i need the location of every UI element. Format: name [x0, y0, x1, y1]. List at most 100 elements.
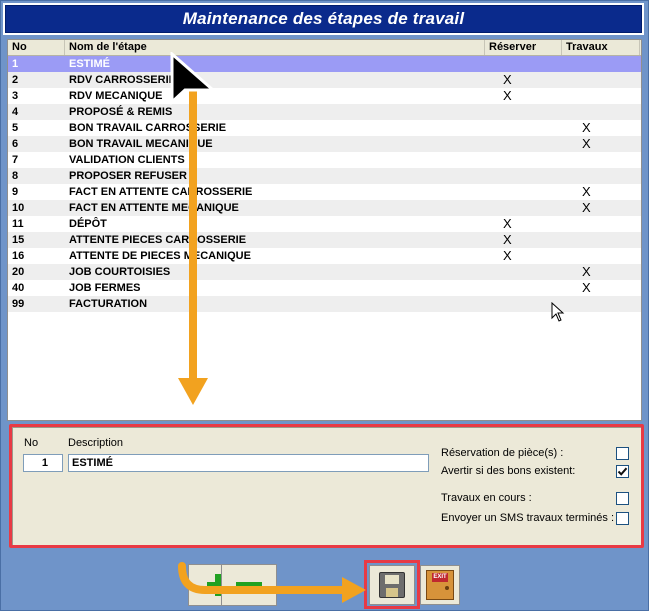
- row-name: ATTENTE DE PIECES MECANIQUE: [69, 250, 251, 262]
- list-row[interactable]: 40 JOB FERMES X: [8, 280, 641, 296]
- row-travaux-mark: [562, 248, 640, 264]
- option-label-travaux: Travaux en cours :: [441, 492, 532, 504]
- option-label-sms: Envoyer un SMS travaux terminés :: [441, 512, 615, 524]
- row-travaux-mark: [562, 56, 640, 72]
- list-row[interactable]: 16 ATTENTE DE PIECES MECANIQUE X: [8, 248, 641, 264]
- list-row[interactable]: 6 BON TRAVAIL MECANIQUE X: [8, 136, 641, 152]
- delete-button[interactable]: [221, 564, 277, 606]
- steps-list[interactable]: No Nom de l'étape Réserver Travaux 1 ESTI…: [7, 39, 642, 421]
- exit-button[interactable]: EXIT: [420, 565, 460, 605]
- row-reserver-mark: [485, 152, 562, 168]
- list-rows: 1 ESTIMÉ 2 RDV CARROSSERIE X 3 RDV MECANIQUE X 4…: [8, 56, 641, 312]
- row-no: 1: [12, 58, 19, 70]
- list-row[interactable]: 11 DÉPÔT X: [8, 216, 641, 232]
- no-field[interactable]: 1: [23, 454, 63, 472]
- row-name: FACTURATION: [69, 298, 148, 310]
- row-travaux-mark: [562, 216, 640, 232]
- row-name: JOB COURTOISIES: [69, 266, 171, 278]
- row-reserver-mark: X: [503, 248, 512, 263]
- option-checkbox-travaux[interactable]: [616, 492, 629, 505]
- list-row[interactable]: 7 VALIDATION CLIENTS: [8, 152, 641, 168]
- option-label-reservation: Réservation de pièce(s) :: [441, 447, 564, 459]
- row-reserver-mark: X: [503, 72, 512, 87]
- row-travaux-mark: X: [582, 184, 591, 199]
- row-name: RDV CARROSSERIE: [69, 74, 176, 86]
- list-row[interactable]: 3 RDV MECANIQUE X: [8, 88, 641, 104]
- row-reserver-mark: [485, 264, 562, 280]
- option-label-avertir: Avertir si des bons existent:: [441, 465, 576, 477]
- row-reserver-mark: [485, 168, 562, 184]
- row-travaux-mark: [562, 168, 640, 184]
- row-no: 3: [12, 90, 19, 102]
- row-no: 16: [12, 250, 25, 262]
- option-checkbox-reservation[interactable]: [616, 447, 629, 460]
- row-reserver-mark: X: [503, 216, 512, 231]
- list-header: No Nom de l'étape Réserver Travaux: [8, 40, 641, 56]
- column-header-no[interactable]: No: [8, 40, 65, 55]
- option-checkbox-avertir[interactable]: [616, 465, 629, 478]
- row-travaux-mark: [562, 104, 640, 120]
- column-header-reserver[interactable]: Réserver: [485, 40, 562, 55]
- row-reserver-mark: [485, 104, 562, 120]
- row-no: 5: [12, 122, 19, 134]
- detail-panel: No Description 1 ESTIMÉ Réservation de p…: [12, 427, 642, 547]
- row-name: DÉPÔT: [69, 218, 107, 230]
- row-no: 9: [12, 186, 19, 198]
- row-reserver-mark: [485, 120, 562, 136]
- row-no: 99: [12, 298, 25, 310]
- list-row[interactable]: 20 JOB COURTOISIES X: [8, 264, 641, 280]
- list-row[interactable]: 5 BON TRAVAIL CARROSSERIE X: [8, 120, 641, 136]
- row-no: 8: [12, 170, 19, 182]
- row-travaux-mark: X: [582, 200, 591, 215]
- row-travaux-mark: X: [582, 136, 591, 151]
- list-row[interactable]: 2 RDV CARROSSERIE X: [8, 72, 641, 88]
- column-header-travaux[interactable]: Travaux: [562, 40, 640, 55]
- row-travaux-mark: [562, 296, 640, 312]
- row-no: 2: [12, 74, 19, 86]
- option-checkbox-sms[interactable]: [616, 512, 629, 525]
- row-travaux-mark: [562, 88, 640, 104]
- row-travaux-mark: X: [582, 280, 591, 295]
- row-travaux-mark: [562, 152, 640, 168]
- row-travaux-mark: [562, 72, 640, 88]
- list-row[interactable]: 8 PROPOSER REFUSER: [8, 168, 641, 184]
- row-no: 11: [12, 218, 24, 230]
- row-name: BON TRAVAIL MECANIQUE: [69, 138, 213, 150]
- minus-icon: [236, 581, 262, 589]
- exit-door-icon: EXIT: [426, 570, 454, 600]
- window-title: Maintenance des étapes de travail: [3, 3, 644, 35]
- no-label: No: [24, 437, 39, 449]
- list-row[interactable]: 9 FACT EN ATTENTE CARROSSERIE X: [8, 184, 641, 200]
- exit-sign-label: EXIT: [432, 573, 448, 582]
- list-row[interactable]: 4 PROPOSÉ & REMIS: [8, 104, 641, 120]
- list-row[interactable]: 10 FACT EN ATTENTE MECANIQUE X: [8, 200, 641, 216]
- description-field[interactable]: ESTIMÉ: [68, 454, 429, 472]
- column-header-name[interactable]: Nom de l'étape: [65, 40, 485, 55]
- row-reserver-mark: [485, 56, 562, 72]
- row-name: PROPOSÉ & REMIS: [69, 106, 173, 118]
- row-reserver-mark: [485, 136, 562, 152]
- row-no: 6: [12, 138, 19, 150]
- row-no: 40: [12, 282, 25, 294]
- floppy-disk-icon: [379, 572, 405, 598]
- row-travaux-mark: X: [582, 120, 591, 135]
- row-no: 10: [12, 202, 25, 214]
- description-label: Description: [68, 437, 124, 449]
- row-reserver-mark: [485, 184, 562, 200]
- row-name: PROPOSER REFUSER: [69, 170, 187, 182]
- list-row[interactable]: 15 ATTENTE PIECES CARROSSERIE X: [8, 232, 641, 248]
- list-row[interactable]: 99 FACTURATION: [8, 296, 641, 312]
- save-button[interactable]: [369, 565, 415, 605]
- row-name: VALIDATION CLIENTS: [69, 154, 185, 166]
- list-row[interactable]: 1 ESTIMÉ: [8, 56, 641, 72]
- row-reserver-mark: X: [503, 232, 512, 247]
- row-name: ATTENTE PIECES CARROSSERIE: [69, 234, 247, 246]
- row-no: 15: [12, 234, 25, 246]
- row-travaux-mark: [562, 232, 640, 248]
- row-name: BON TRAVAIL CARROSSERIE: [69, 122, 227, 134]
- row-no: 20: [12, 266, 25, 278]
- check-icon: [617, 467, 628, 476]
- row-name: RDV MECANIQUE: [69, 90, 163, 102]
- row-no: 7: [12, 154, 19, 166]
- row-name: ESTIMÉ: [69, 58, 110, 70]
